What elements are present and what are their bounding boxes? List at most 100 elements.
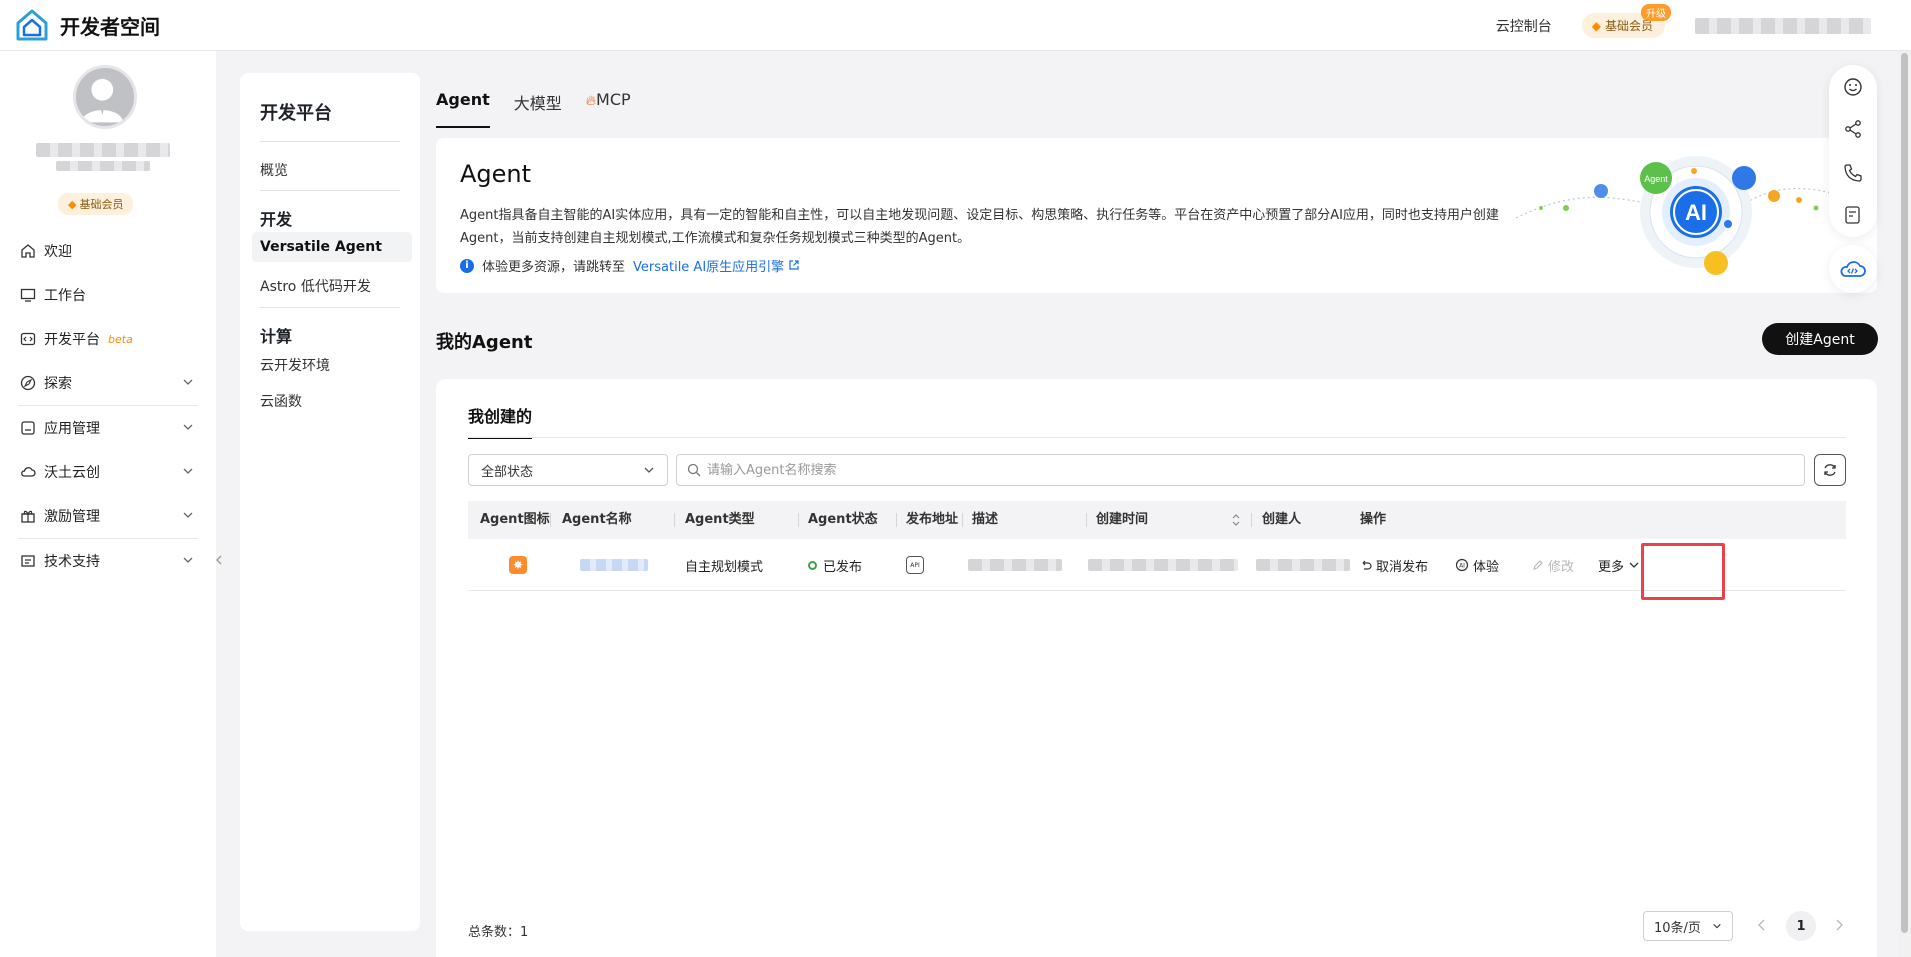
intro-title: Agent [460,160,532,188]
tab-my-created[interactable]: 我创建的 [468,403,533,439]
member-badge[interactable]: ◆ 基础会员 升级 [1581,4,1671,38]
diamond-icon: ◆ [68,197,77,211]
publish-address-cell[interactable]: API [906,539,924,591]
cloud-code-icon [1840,261,1866,277]
external-link-icon [789,260,799,270]
phone-icon[interactable] [1843,163,1863,183]
api-icon[interactable]: API [906,556,924,574]
edit-button[interactable]: 修改 [1532,539,1574,591]
sidebar-item-incentive[interactable]: 激励管理 [0,494,216,538]
sidebar-item-label: 技术支持 [44,554,100,570]
subnav-item-cloud-env[interactable]: 云开发环境 [260,355,330,375]
column-header: 创建人 [1262,512,1302,527]
tab-large-model[interactable]: 大模型 [514,90,562,128]
fire-icon: 🔥︎ [585,93,597,109]
smile-feedback-icon[interactable] [1843,77,1863,97]
avatar[interactable] [73,65,137,129]
sidebar-item-app-management[interactable]: 应用管理 [0,406,216,450]
agent-search-input[interactable] [707,462,1707,478]
sidebar-item-label: 沃土云创 [44,465,100,481]
main-nav: 欢迎 工作台 开发平台 beta 探索 应用管理 沃土云创 激励管理 技术支持 [0,229,216,583]
chevron-down-icon [1713,923,1721,929]
sort-icon[interactable] [1230,513,1242,531]
more-button[interactable]: 更多 [1598,539,1640,591]
tab-agent[interactable]: Agent [436,90,490,128]
subnav-item-versatile-agent[interactable]: Versatile Agent [260,239,382,255]
create-agent-button[interactable]: 创建Agent [1762,323,1878,355]
undo-icon [1362,560,1372,570]
unpublish-button[interactable]: 取消发布 [1360,539,1428,591]
column-header: Agent类型 [685,512,755,527]
column-divider [550,513,551,527]
page-scrollbar[interactable] [1898,51,1911,957]
puzzle-icon: ✸ [509,556,527,574]
page-number-current[interactable]: 1 [1786,911,1816,941]
top-bar: 开发者空间 云控制台 ◆ 基础会员 升级 [0,0,1911,51]
unpublish-label: 取消发布 [1376,559,1429,575]
main-tabs: Agent 大模型 🔥︎MCP [436,90,655,128]
sidebar-item-label: 欢迎 [44,244,72,260]
app-title: 开发者空间 [60,14,160,39]
page-size-value: 10条/页 [1654,920,1701,936]
upgrade-tag[interactable]: 升级 [1641,4,1671,21]
house-logo-icon [16,9,48,41]
scrollbar-thumb[interactable] [1901,53,1908,933]
sidebar-item-wotu-cloud[interactable]: 沃土云创 [0,450,216,494]
app-icon [20,420,36,436]
subnav-item-cloud-func[interactable]: 云函数 [260,391,302,411]
description-cell [968,539,1062,591]
prev-page-button[interactable] [1756,917,1768,936]
document-edit-icon[interactable] [1843,205,1863,225]
status-filter-select[interactable]: 全部状态 [468,454,668,486]
floating-toolbar [1829,65,1877,237]
total-label: 总条数： [468,925,521,940]
more-label: 更多 [1598,559,1625,575]
page-size-select[interactable]: 10条/页 [1643,911,1733,941]
refresh-button[interactable] [1814,454,1846,486]
logo[interactable]: 开发者空间 [14,7,160,43]
agent-name-cell[interactable] [580,539,648,591]
sidebar-item-dev-platform[interactable]: 开发平台 beta [0,317,216,361]
beta-tag: beta [108,332,133,346]
sidebar-item-label: 探索 [44,376,72,392]
user-account-menu[interactable] [1695,17,1871,34]
subnav-item-overview[interactable]: 概览 [260,160,288,180]
agent-name-blurred[interactable] [580,559,648,571]
column-divider [962,513,963,527]
subnav-group-dev: 开发 [260,210,293,229]
subnav-item-astro[interactable]: Astro 低代码开发 [260,276,371,296]
sidebar-item-label: 应用管理 [44,421,100,437]
tab-mcp[interactable]: 🔥︎MCP [586,90,631,128]
versatile-engine-link[interactable]: Versatile AI原生应用引擎 [633,256,800,275]
sidebar-item-label: 工作台 [44,288,86,304]
chevron-down-icon [1629,562,1639,568]
sidebar-item-welcome[interactable]: 欢迎 [0,229,216,273]
compass-icon [20,375,36,391]
sidebar-collapse-handle[interactable] [214,545,224,575]
sidebar-item-explore[interactable]: 探索 [0,361,216,405]
divider [468,437,1846,438]
username-blurred [36,143,170,157]
agent-search-box[interactable] [676,454,1805,486]
cloud-code-float-button[interactable] [1829,245,1877,293]
try-button[interactable]: AI 体验 [1455,539,1499,591]
support-icon [20,553,36,569]
sidebar-item-tech-support[interactable]: 技术支持 [0,539,216,583]
chevron-down-icon [182,376,194,392]
info-icon: i [460,258,474,273]
chevron-right-icon [1836,919,1843,931]
sidebar-item-workbench[interactable]: 工作台 [0,273,216,317]
divider [260,141,400,142]
next-page-button[interactable] [1833,917,1845,936]
sidebar-item-label: 激励管理 [44,509,100,525]
my-agent-panel: 我创建的 全部状态 Agent图标 Agent名称 Agent类型 Agent状… [436,379,1877,957]
share-icon[interactable] [1843,119,1863,139]
subnav-group-compute: 计算 [260,327,293,346]
user-silhouette-icon [81,78,124,123]
status-label: 已发布 [823,559,863,575]
home-icon [20,243,36,259]
created-time-cell [1088,539,1238,591]
cloud-console-link[interactable]: 云控制台 [1496,16,1552,36]
dev-platform-subnav: 开发平台 概览 开发 Versatile Agent Astro 低代码开发 计… [240,73,420,931]
ai-agent-illustration: AI Agent [1516,156,1876,275]
